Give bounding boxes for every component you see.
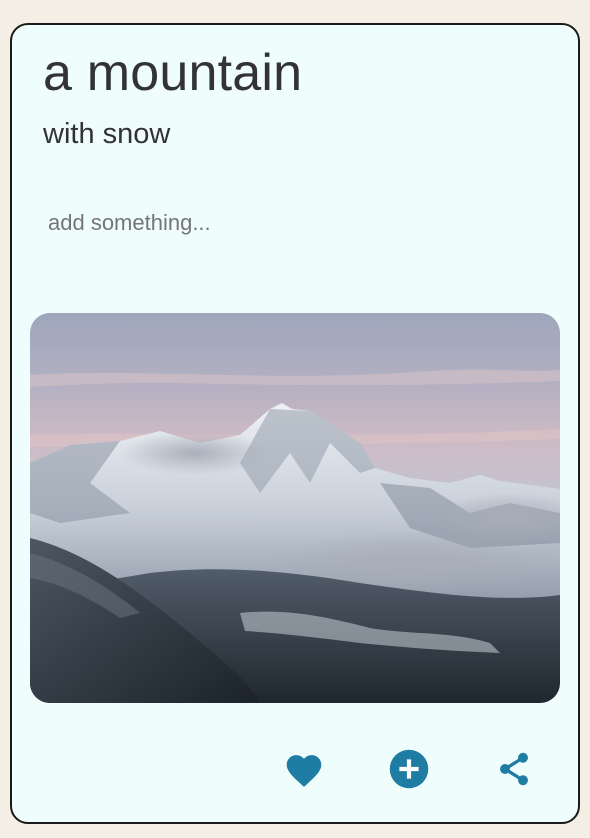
plus-circle-icon [388,748,430,790]
card-title: a mountain [43,44,303,102]
card-subtitle: with snow [43,118,171,150]
add-note-input[interactable] [40,205,556,241]
share-icon [496,751,532,787]
card-actions [12,745,578,801]
share-button[interactable] [490,745,538,793]
mountain-photo [30,313,560,703]
post-card: a mountain with snow [10,23,580,824]
heart-icon [283,750,325,788]
add-button[interactable] [385,745,433,793]
like-button[interactable] [280,745,328,793]
